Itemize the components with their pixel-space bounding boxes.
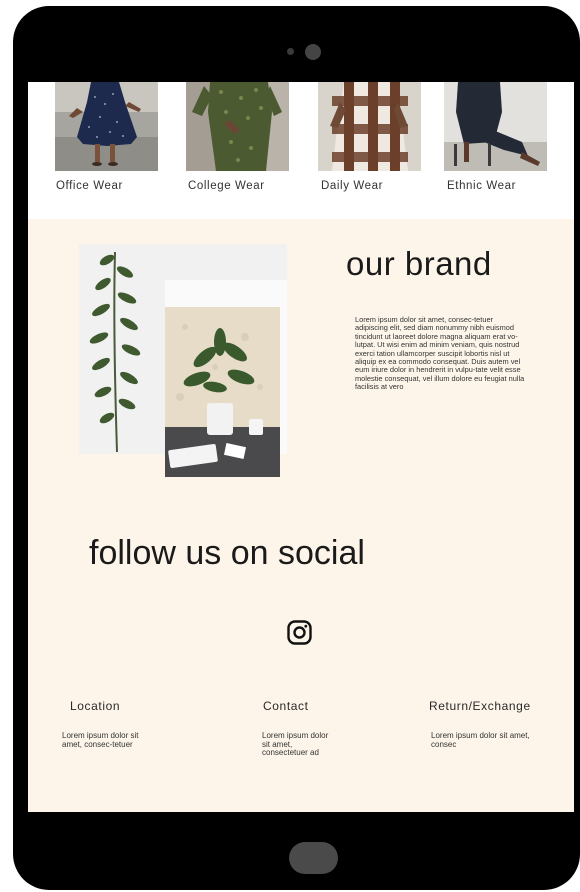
category-photo-office-wear[interactable] bbox=[55, 82, 158, 171]
category-label[interactable]: Daily Wear bbox=[321, 180, 383, 192]
instagram-icon[interactable] bbox=[287, 620, 312, 645]
footer-heading-location[interactable]: Location bbox=[70, 699, 120, 713]
category-strip: Office Wear College Wear Daily Wear Ethn… bbox=[28, 82, 574, 219]
camera-lens bbox=[305, 44, 321, 60]
footer-text-return-exchange: Lorem ipsum dolor sit amet, consec bbox=[431, 731, 530, 749]
footer-text-location: Lorem ipsum dolor sit amet, consec-tetue… bbox=[62, 731, 139, 749]
category-photo-ethnic-wear[interactable] bbox=[444, 82, 547, 171]
category-label[interactable]: College Wear bbox=[188, 180, 265, 192]
camera-sensor bbox=[287, 48, 294, 55]
brand-description: Lorem ipsum dolor sit amet, consec-tetue… bbox=[355, 315, 525, 392]
brand-photo-desk-plant bbox=[165, 307, 280, 477]
category-photo-daily-wear[interactable] bbox=[318, 82, 421, 171]
footer-text-contact: Lorem ipsum dolor sit amet, consectetuer… bbox=[262, 731, 329, 758]
home-button[interactable] bbox=[289, 842, 338, 874]
category-label[interactable]: Ethnic Wear bbox=[447, 180, 516, 192]
social-title: follow us on social bbox=[89, 534, 365, 572]
category-label[interactable]: Office Wear bbox=[56, 180, 123, 192]
footer-heading-return-exchange[interactable]: Return/Exchange bbox=[429, 699, 531, 713]
category-photo-college-wear[interactable] bbox=[186, 82, 289, 171]
footer-heading-contact[interactable]: Contact bbox=[263, 699, 309, 713]
brand-title: our brand bbox=[346, 245, 492, 282]
screen[interactable]: Office Wear College Wear Daily Wear Ethn… bbox=[28, 82, 574, 812]
